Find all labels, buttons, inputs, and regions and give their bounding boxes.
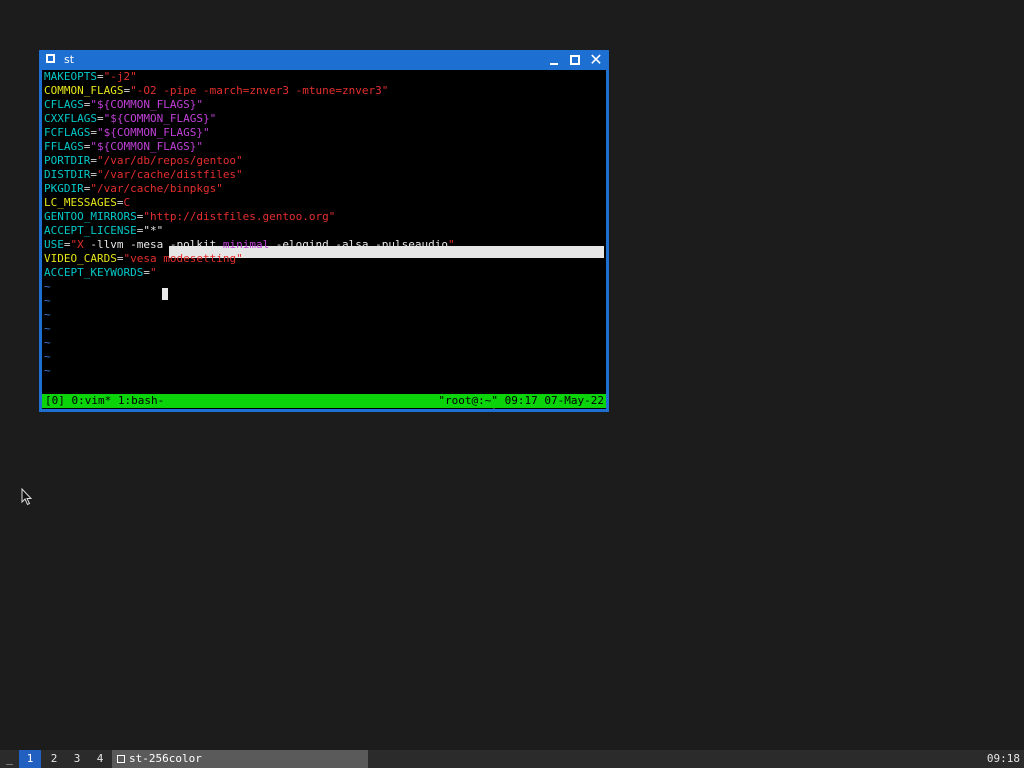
window-titlebar[interactable]: st ✕ xyxy=(39,50,609,70)
clock: 09:18 xyxy=(986,752,1020,765)
config-line: DISTDIR="/var/cache/distfiles" xyxy=(44,168,243,181)
tmux-status-right: "root@:~" 09:17 07-May-22 xyxy=(438,394,604,407)
config-line: MAKEOPTS="-j2" xyxy=(44,70,137,83)
config-line: PORTDIR="/var/db/repos/gentoo" xyxy=(44,154,243,167)
empty-line-marker: ~ xyxy=(44,294,51,307)
empty-line-marker: ~ xyxy=(44,336,51,349)
empty-line-marker: ~ xyxy=(44,350,51,363)
task-label: st-256color xyxy=(129,752,202,765)
config-line: COMMON_FLAGS="-O2 -pipe -march=znver3 -m… xyxy=(44,84,389,97)
config-line: ACCEPT_KEYWORDS=" xyxy=(44,266,157,279)
config-line: LC_MESSAGES=C xyxy=(44,196,131,209)
config-line: CFLAGS="${COMMON_FLAGS}" xyxy=(44,98,203,111)
window-title: st xyxy=(64,53,75,66)
tmux-windows[interactable]: [0] 0:vim* 1:bash- xyxy=(45,394,164,408)
window-icon[interactable] xyxy=(46,54,55,63)
workspace-1[interactable]: 1 xyxy=(19,750,41,768)
taskbar: _ 1 2 3 4 st-256color 09:18 xyxy=(0,750,1024,768)
empty-line-marker: ~ xyxy=(44,364,51,377)
config-line-use: USE="X -llvm -mesa -polkit minimal -elog… xyxy=(44,238,455,251)
text-cursor xyxy=(162,288,168,300)
maximize-icon[interactable] xyxy=(567,52,583,68)
config-line: FFLAGS="${COMMON_FLAGS}" xyxy=(44,140,203,153)
terminal-window[interactable]: st ✕ MAKEOPTS="-j2" COMMON_FLAGS="-O2 -p… xyxy=(39,50,609,412)
minimize-icon[interactable] xyxy=(546,52,562,68)
empty-line-marker: ~ xyxy=(44,308,51,321)
taskbar-task-st[interactable]: st-256color xyxy=(112,750,368,768)
workspace-3[interactable]: 3 xyxy=(66,750,88,768)
workspace-2[interactable]: 2 xyxy=(43,750,65,768)
tmux-status-bar: [0] 0:vim* 1:bash- "root@:~" 09:17 07-Ma… xyxy=(42,394,606,408)
config-line: CXXFLAGS="${COMMON_FLAGS}" xyxy=(44,112,217,125)
config-line: FCFLAGS="${COMMON_FLAGS}" xyxy=(44,126,210,139)
terminal-content[interactable]: MAKEOPTS="-j2" COMMON_FLAGS="-O2 -pipe -… xyxy=(42,70,606,410)
config-line: GENTOO_MIRRORS="http://distfiles.gentoo.… xyxy=(44,210,336,223)
window-icon xyxy=(117,755,125,763)
workspace-4[interactable]: 4 xyxy=(89,750,111,768)
menu-button[interactable]: _ xyxy=(0,750,19,768)
close-icon[interactable]: ✕ xyxy=(588,52,604,68)
empty-line-marker: ~ xyxy=(44,280,51,293)
config-line: ACCEPT_LICENSE="*" xyxy=(44,224,164,237)
config-line: VIDEO_CARDS="vesa modesetting" xyxy=(44,252,243,265)
empty-line-marker: ~ xyxy=(44,322,51,335)
config-line: PKGDIR="/var/cache/binpkgs" xyxy=(44,182,223,195)
